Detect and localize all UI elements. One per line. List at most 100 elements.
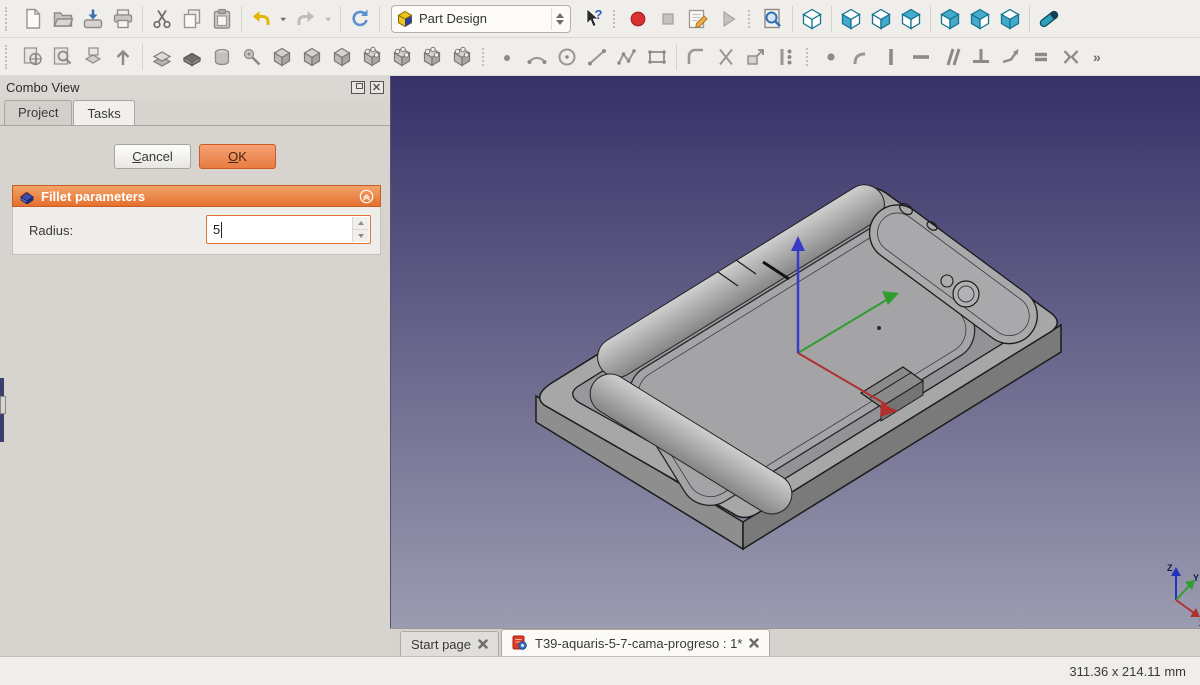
view-fit-all-button[interactable] xyxy=(758,4,788,34)
zoom-fit-icon xyxy=(764,8,781,28)
workbench-selector-value: Part Design xyxy=(419,11,487,26)
document-tab-label: T39-aquaris-5-7-cama-progreso : 1* xyxy=(535,635,743,651)
play-icon xyxy=(723,10,736,27)
open-document-button[interactable] xyxy=(48,4,78,34)
tab-tasks[interactable]: Tasks xyxy=(73,100,135,126)
freecad-window: Part Design? » Combo View Project Tasks C… xyxy=(0,0,1200,685)
pattern-icon xyxy=(423,46,441,67)
fillet-g-icon xyxy=(687,48,703,64)
document-tab[interactable]: Start page xyxy=(400,631,499,656)
sketch-rectangle-button xyxy=(642,42,672,72)
toolbar-separator xyxy=(748,9,753,28)
whatsthis-icon: ? xyxy=(586,7,603,27)
macro-record-button[interactable] xyxy=(623,4,653,34)
float-panel-icon[interactable] xyxy=(351,80,365,94)
pad-icon xyxy=(152,50,172,67)
macro-edit-button[interactable] xyxy=(683,4,713,34)
radius-spin-buttons[interactable] xyxy=(352,217,369,242)
close-tab-button[interactable] xyxy=(478,639,488,649)
tangent-icon xyxy=(1002,48,1019,63)
whats-this-button[interactable]: ? xyxy=(578,4,608,34)
workbench-spinner-icon[interactable] xyxy=(551,7,567,30)
paste-button[interactable] xyxy=(207,4,237,34)
constraint-coincident-button xyxy=(816,42,846,72)
mdi-area: Z Y X Start page T39-aquaris-5-7-cama-pro… xyxy=(390,76,1200,656)
copy-button[interactable] xyxy=(177,4,207,34)
sketch-circle-button xyxy=(552,42,582,72)
toolbar-separator xyxy=(792,5,793,32)
cube-left-icon xyxy=(970,8,990,30)
cancel-button[interactable]: Cancel xyxy=(114,144,191,169)
view-rear-button[interactable] xyxy=(935,4,965,34)
collapse-icon[interactable] xyxy=(359,189,374,204)
close-tab-button[interactable] xyxy=(749,638,760,648)
screen-edge-strip xyxy=(0,414,4,442)
coincident-icon xyxy=(827,52,835,61)
save-document-button[interactable] xyxy=(78,4,108,34)
view-top-button[interactable] xyxy=(896,4,926,34)
toolbar-separator xyxy=(241,5,242,32)
sketch-fillet-button xyxy=(681,42,711,72)
cut-button[interactable] xyxy=(147,4,177,34)
workbench-icon xyxy=(398,10,412,27)
text-caret xyxy=(221,221,223,238)
close-panel-icon[interactable] xyxy=(370,80,384,94)
toolbar-separator xyxy=(1029,5,1030,32)
document-tab-active[interactable]: T39-aquaris-5-7-cama-progreso : 1* xyxy=(501,629,771,656)
new-document-button[interactable] xyxy=(18,4,48,34)
close-tab-icon[interactable] xyxy=(749,638,760,648)
constraint-point-on-object-button xyxy=(846,42,876,72)
task-header-title: Fillet parameters xyxy=(41,188,146,204)
mirrored-button xyxy=(357,42,387,72)
paste-icon xyxy=(213,8,231,29)
3d-scene: Z Y X xyxy=(535,184,1200,628)
undo-button[interactable] xyxy=(246,4,276,34)
cube-bottom-icon xyxy=(1000,8,1020,30)
toolbar-separator xyxy=(482,47,487,66)
constraint-symmetric-button xyxy=(1056,42,1086,72)
view-axonometric-button[interactable] xyxy=(797,4,827,34)
sk-leave-icon xyxy=(116,49,130,65)
constraint-vertical-button xyxy=(876,42,906,72)
fillet-parameters-header[interactable]: Fillet parameters xyxy=(12,185,381,207)
task-dialog-buttons: Cancel OK xyxy=(0,144,390,169)
measure-distance-button[interactable] xyxy=(1034,4,1064,34)
view-right-button[interactable] xyxy=(866,4,896,34)
spin-down-icon[interactable] xyxy=(353,230,369,242)
rect-g-icon xyxy=(648,49,666,64)
external-geometry-button xyxy=(741,42,771,72)
toolbar-overflow-button[interactable]: » xyxy=(1086,42,1116,72)
print-button[interactable] xyxy=(108,4,138,34)
gcube-icon xyxy=(303,47,321,67)
view-bottom-button[interactable] xyxy=(995,4,1025,34)
3d-viewport[interactable]: Z Y X xyxy=(390,76,1200,628)
toolbar-part-design: » xyxy=(0,38,1200,76)
toolbar-standard: Part Design? xyxy=(0,0,1200,38)
radius-input[interactable]: 5 xyxy=(206,215,371,244)
constraint-tangent-button xyxy=(996,42,1026,72)
stop-icon xyxy=(662,12,674,25)
screen-edge-handle[interactable] xyxy=(0,396,6,414)
combo-view-tabs: Project Tasks xyxy=(0,98,390,126)
measure-icon xyxy=(1039,10,1059,27)
view-left-button[interactable] xyxy=(965,4,995,34)
primitive-cylinder-button xyxy=(297,42,327,72)
toolbar-separator xyxy=(831,5,832,32)
undo-dropdown-button[interactable] xyxy=(276,4,291,34)
view-front-button[interactable] xyxy=(836,4,866,34)
spin-up-icon[interactable] xyxy=(353,217,369,230)
close-tab-icon[interactable] xyxy=(478,639,488,649)
workbench-selector[interactable]: Part Design xyxy=(391,4,571,33)
redo-icon xyxy=(297,10,314,25)
macro-edit-icon xyxy=(688,9,708,28)
ok-button[interactable]: OK xyxy=(199,144,276,169)
pattern-icon xyxy=(363,46,381,67)
revolution-button xyxy=(207,42,237,72)
toolbar-separator xyxy=(379,5,380,32)
constraint-equal-button xyxy=(1026,42,1056,72)
toolbar-grip[interactable] xyxy=(5,44,14,69)
refresh-button[interactable] xyxy=(345,4,375,34)
sketch-point-button xyxy=(492,42,522,72)
toolbar-grip[interactable] xyxy=(5,6,14,31)
tab-project[interactable]: Project xyxy=(4,100,73,125)
